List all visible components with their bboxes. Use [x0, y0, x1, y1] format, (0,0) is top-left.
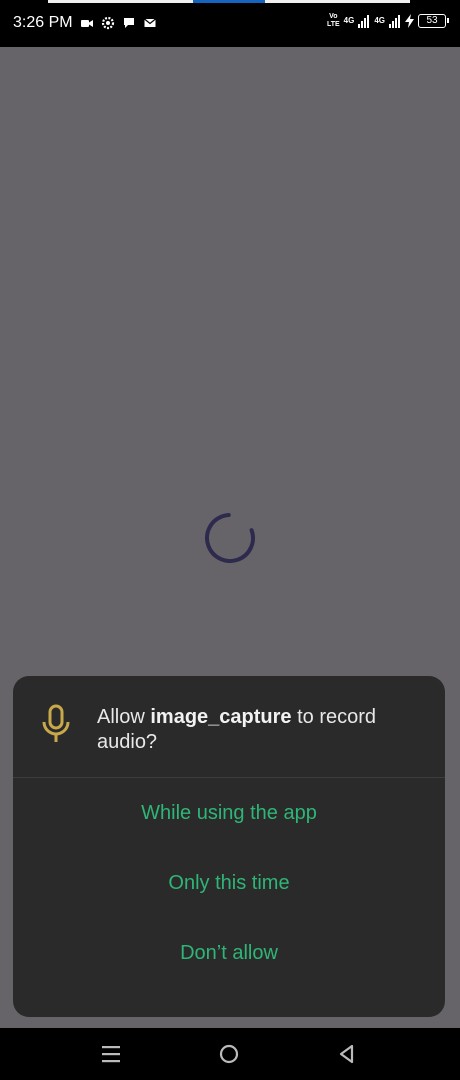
back-button[interactable]	[335, 1042, 359, 1066]
charging-bolt-icon	[405, 14, 414, 28]
top-progress-line	[48, 0, 410, 3]
only-this-time-button[interactable]: Only this time	[13, 848, 445, 918]
system-icons: Vo LTE 4G 4G 53	[326, 13, 449, 29]
navigation-bar	[0, 1028, 460, 1080]
battery-indicator: 53	[418, 14, 449, 28]
settings-gear-icon	[101, 16, 115, 30]
while-using-app-button[interactable]: While using the app	[13, 778, 445, 848]
mail-icon	[144, 18, 156, 27]
dont-allow-button[interactable]: Don’t allow	[13, 918, 445, 988]
status-bar: 3:26 PM Vo LTE 4G 4G 53	[0, 0, 460, 47]
permission-dialog: Allow image_capture to record audio? Whi…	[13, 676, 445, 1017]
permission-prompt: Allow image_capture to record audio?	[97, 706, 377, 753]
microphone-icon	[42, 704, 70, 742]
status-time: 3:26 PM	[13, 14, 73, 31]
volte-indicator: Vo LTE	[326, 13, 340, 28]
video-camera-icon	[81, 20, 93, 27]
screen: 3:26 PM Vo LTE 4G 4G 53 Allow image_capt…	[0, 0, 460, 1080]
dialog-options: While using the app Only this time Don’t…	[13, 778, 445, 988]
loading-spinner	[205, 513, 255, 563]
signal-strength-icon-2	[389, 15, 400, 28]
chat-bubble-icon	[124, 18, 134, 28]
home-button[interactable]	[217, 1042, 241, 1066]
app-name: image_capture	[150, 706, 292, 728]
recents-button[interactable]	[99, 1042, 123, 1066]
signal-strength-icon	[358, 15, 370, 28]
notification-icons	[80, 16, 157, 30]
network-type-label-1: 4G	[343, 16, 355, 25]
network-type-label-2: 4G	[374, 16, 385, 25]
dialog-header: Allow image_capture to record audio?	[13, 676, 445, 777]
